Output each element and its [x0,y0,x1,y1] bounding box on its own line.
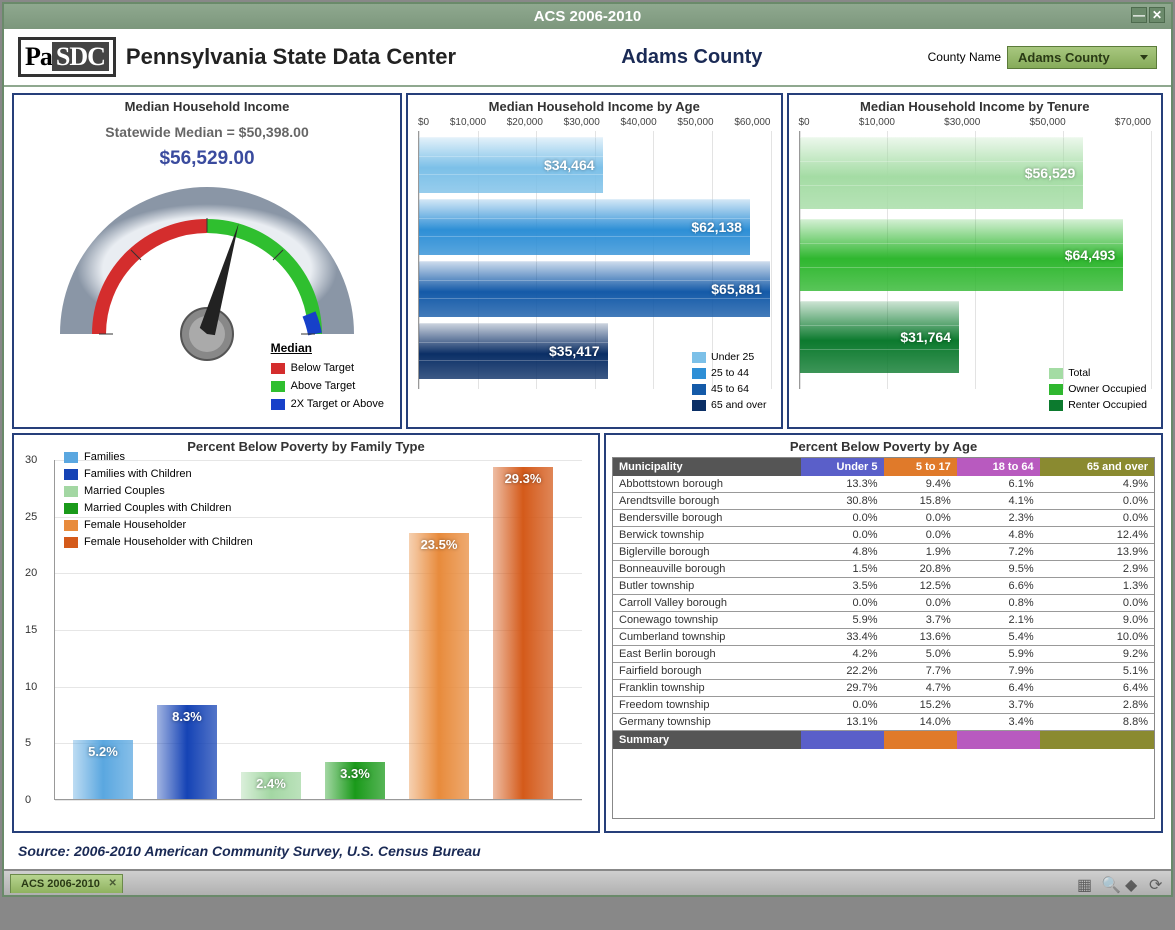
table-row[interactable]: Freedom township0.0%15.2%3.7%2.8% [613,697,1154,714]
table-row[interactable]: Berwick township0.0%0.0%4.8%12.4% [613,527,1154,544]
source-text: Source: 2006-2010 American Community Sur… [4,835,1171,869]
poverty-age-title: Percent Below Poverty by Age [610,439,1157,454]
income-tenure-axis: $0$10,000$30,000$50,000$70,000 [793,117,1158,131]
income-tenure-bars: $56,529$64,493$31,764 [799,131,1152,389]
county-title: Adams County [456,46,928,69]
gauge-panel: Median Household Income Statewide Median… [12,93,402,429]
county-select[interactable]: Adams County [1007,46,1157,69]
col-65-and-over[interactable]: 65 and over [1040,458,1154,476]
poverty-family-panel: Percent Below Poverty by Family Type 051… [12,433,600,833]
grid-icon[interactable]: ▦ [1077,875,1093,891]
table-row[interactable]: Germany township13.1%14.0%3.4%8.8% [613,714,1154,731]
table-row[interactable]: Conewago township5.9%3.7%2.1%9.0% [613,612,1154,629]
sheet-tab[interactable]: ACS 2006-2010✕ [10,874,123,893]
table-row[interactable]: Biglerville borough4.8%1.9%7.2%13.9% [613,544,1154,561]
vbar-families: 5.2% [73,740,133,799]
status-bar: ACS 2006-2010✕ ▦ 🔍 ◆ ⟳ [4,869,1171,895]
titlebar: ACS 2006-2010 — ✕ [4,4,1171,29]
col-18-to-64[interactable]: 18 to 64 [957,458,1040,476]
gauge-legend: Median Below Target Above Target 2X Targ… [271,339,384,413]
table-row[interactable]: Bendersville borough0.0%0.0%2.3%0.0% [613,510,1154,527]
logo: PaSDC [18,37,116,77]
table-row[interactable]: Fairfield borough22.2%7.7%7.9%5.1% [613,663,1154,680]
table-summary: Summary [613,731,801,750]
col-5-to-17[interactable]: 5 to 17 [884,458,957,476]
table-row[interactable]: Carroll Valley borough0.0%0.0%0.8%0.0% [613,595,1154,612]
search-icon[interactable]: 🔍 [1101,875,1117,891]
poverty-table-scroll[interactable]: MunicipalityUnder 55 to 1718 to 6465 and… [612,457,1155,819]
table-row[interactable]: Butler township3.5%12.5%6.6%1.3% [613,578,1154,595]
refresh-icon[interactable]: ⟳ [1149,875,1165,891]
poverty-table: MunicipalityUnder 55 to 1718 to 6465 and… [613,458,1154,749]
income-age-axis: $0$10,000$20,000$30,000$40,000$50,000$60… [412,117,777,131]
select-label: County Name [928,50,1001,64]
vbar-families-with-children: 8.3% [157,705,217,799]
chart-icon[interactable]: ◆ [1125,875,1141,891]
tab-close-icon[interactable]: ✕ [109,878,117,889]
income-tenure-legend: TotalOwner OccupiedRenter Occupied [1049,365,1147,413]
gauge-icon [47,164,367,364]
income-age-legend: Under 2525 to 4445 to 6465 and over [692,349,766,413]
income-tenure-title: Median Household Income by Tenure [793,99,1158,114]
poverty-family-legend: FamiliesFamilies with ChildrenMarried Co… [64,449,253,551]
gauge-title: Median Household Income [18,99,396,114]
gauge-subtitle: Statewide Median = $50,398.00 [18,124,396,140]
vbar-married-couples: 2.4% [241,772,301,799]
vbar-female-householder-with-children: 29.3% [493,467,553,799]
table-row[interactable]: Abbottstown borough13.3%9.4%6.1%4.9% [613,476,1154,493]
table-row[interactable]: Bonneauville borough1.5%20.8%9.5%2.9% [613,561,1154,578]
income-age-title: Median Household Income by Age [412,99,777,114]
col-under-5[interactable]: Under 5 [801,458,884,476]
vbar-female-householder: 23.5% [409,533,469,799]
vbar-married-couples-with-children: 3.3% [325,762,385,799]
table-row[interactable]: East Berlin borough4.2%5.0%5.9%9.2% [613,646,1154,663]
org-title: Pennsylvania State Data Center [126,44,456,70]
income-tenure-panel: Median Household Income by Tenure $0$10,… [787,93,1164,429]
table-row[interactable]: Cumberland township33.4%13.6%5.4%10.0% [613,629,1154,646]
income-age-panel: Median Household Income by Age $0$10,000… [406,93,783,429]
poverty-age-panel: Percent Below Poverty by Age Municipalit… [604,433,1163,833]
table-row[interactable]: Franklin township29.7%4.7%6.4%6.4% [613,680,1154,697]
table-row[interactable]: Arendtsville borough30.8%15.8%4.1%0.0% [613,493,1154,510]
col-municipality[interactable]: Municipality [613,458,801,476]
minimize-button[interactable]: — [1131,7,1147,23]
window-title: ACS 2006-2010 [534,8,642,25]
header: PaSDC Pennsylvania State Data Center Ada… [4,29,1171,87]
close-button[interactable]: ✕ [1149,7,1165,23]
